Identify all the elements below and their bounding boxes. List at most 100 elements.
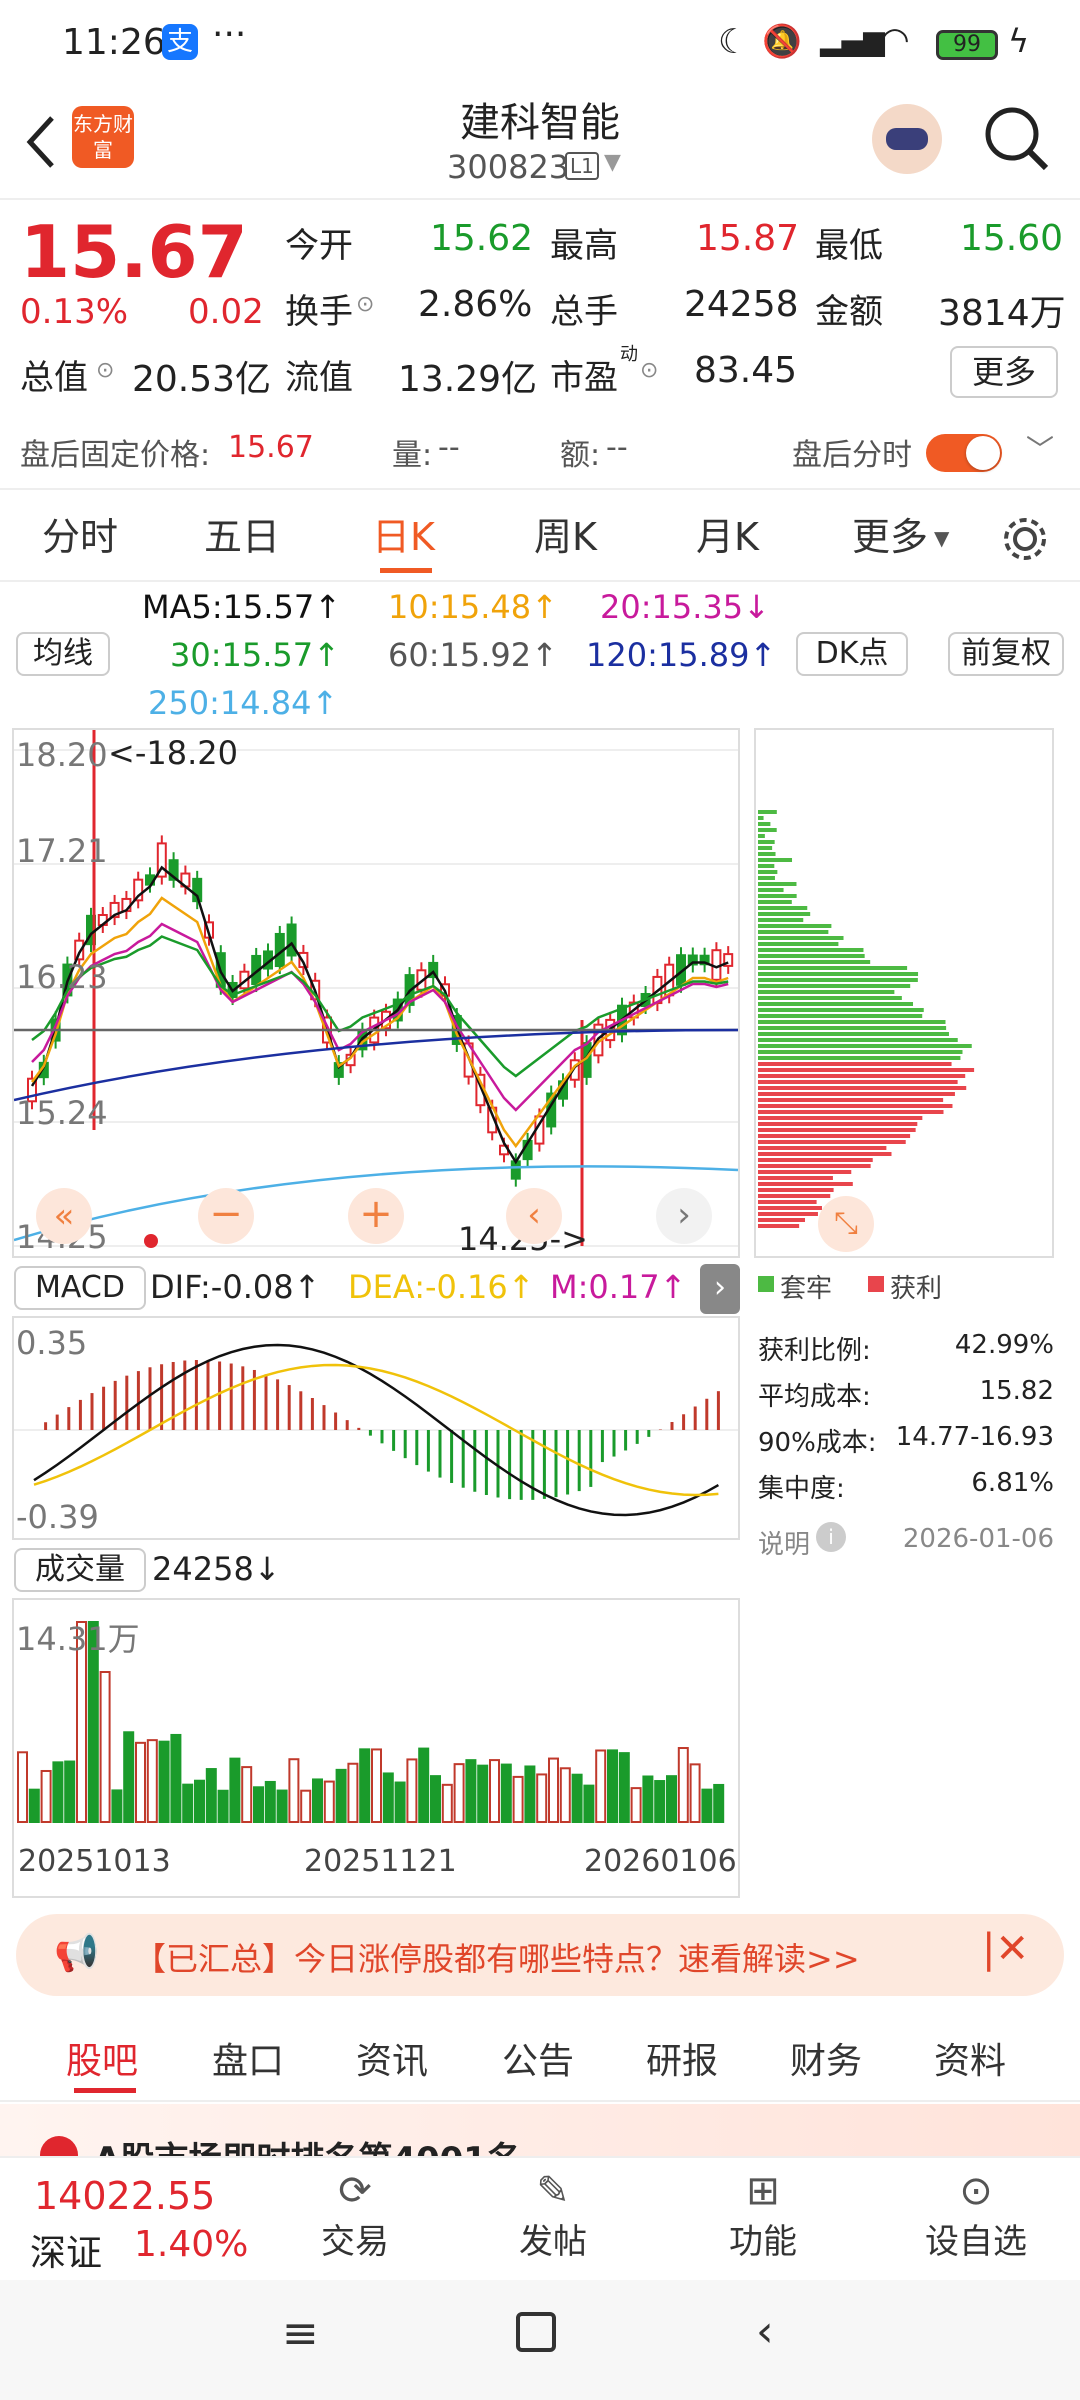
volume-bar [229, 1757, 241, 1823]
back-nav-icon[interactable]: ‹ [756, 2306, 774, 2357]
info-icon[interactable]: ⊙ [640, 358, 658, 383]
scroll-left-icon[interactable]: « [36, 1188, 92, 1244]
search-icon[interactable] [982, 104, 1052, 174]
chip-bar [758, 1218, 806, 1222]
functions-button[interactable]: ⊞ 功能 [708, 2168, 818, 2263]
subnav-yanbao[interactable]: 研报 [646, 2032, 718, 2084]
info-icon[interactable]: i [816, 1522, 846, 1552]
tab-wuri[interactable]: 五日 [204, 492, 280, 582]
subnav-gonggao[interactable]: 公告 [502, 2032, 574, 2084]
kline-chart[interactable]: 18.20 17.21 16.23 15.24 14.25 <-18.20 14… [12, 728, 740, 1258]
current-price: 15.67 [20, 210, 248, 294]
subnav-pankou[interactable]: 盘口 [212, 2032, 284, 2084]
next-icon[interactable]: › [656, 1188, 712, 1244]
macd-svg [14, 1343, 738, 1517]
trade-button[interactable]: ⟳ 交易 [300, 2168, 410, 2263]
trade-label: 交易 [321, 2222, 389, 2262]
banner-text[interactable]: 【已汇总】今日涨停股都有哪些特点？速看解读>> [134, 1934, 860, 1980]
volume-bar [64, 1760, 76, 1824]
dropdown-icon[interactable]: ▼ [604, 150, 621, 175]
ma-selector[interactable]: 均线 [16, 632, 110, 676]
volume-bar [347, 1762, 359, 1823]
macd-selector[interactable]: MACD [14, 1266, 146, 1310]
volume-bar [182, 1783, 194, 1824]
subnav-guba[interactable]: 股吧 [66, 2032, 138, 2084]
volume-bar [618, 1752, 630, 1823]
chip-row-value: 14.77-16.93 [895, 1422, 1054, 1452]
float-label: 流值 [285, 358, 353, 398]
subnav-zixun[interactable]: 资讯 [356, 2032, 428, 2084]
feed-preview[interactable]: A股市场即时排名第4001名 [0, 2104, 1080, 2160]
chip-row-value: 6.81% [971, 1468, 1054, 1498]
close-icon[interactable]: |✕ [982, 1926, 1029, 1972]
tab-zhouk[interactable]: 周K [534, 492, 597, 582]
chip-bar [758, 996, 902, 1000]
settings-gear-icon[interactable] [1002, 516, 1048, 562]
amount-value: 3814万 [938, 293, 1066, 334]
post-button[interactable]: ✎ 发帖 [498, 2168, 608, 2263]
volume-bar [524, 1765, 536, 1823]
tab-fenshi[interactable]: 分时 [42, 492, 118, 582]
bottom-bar: 14022.55 深证 1.40% ⟳ 交易 ✎ 发帖 ⊞ 功能 ⊙ 设自选 [0, 2156, 1080, 2276]
zoom-out-icon[interactable]: − [198, 1188, 254, 1244]
macd-dea: DEA:-0.16↑ [348, 1268, 535, 1306]
prev-icon[interactable]: ‹ [506, 1188, 562, 1244]
tab-more[interactable]: 更多 [852, 492, 928, 582]
adjust-selector[interactable]: 前复权 [948, 632, 1064, 676]
pe-value: 83.45 [694, 350, 798, 391]
more-button[interactable]: 更多 [950, 346, 1058, 398]
after-volume-value: -- [438, 430, 460, 465]
chip-bar [758, 1128, 916, 1132]
trap-swatch [758, 1276, 774, 1292]
max-price-marker: <-18.20 [108, 734, 238, 772]
chip-note[interactable]: 说明 [758, 1524, 810, 1561]
chip-bar [758, 942, 839, 946]
add-watchlist-button[interactable]: ⊙ 设自选 [906, 2168, 1046, 2263]
subnav-caiwu[interactable]: 财务 [790, 2032, 862, 2084]
indicator-next-icon[interactable]: › [700, 1264, 740, 1314]
subnav-underline [74, 2088, 136, 2093]
home-icon[interactable] [516, 2312, 556, 2352]
chip-bar [758, 858, 793, 862]
tab-underline [380, 568, 432, 573]
volume-chart[interactable]: 14.31万 20251013 20251121 20260106 [12, 1598, 740, 1898]
volume-selector[interactable]: 成交量 [14, 1548, 146, 1592]
chip-bar [758, 1140, 906, 1144]
macd-bottom-label: -0.39 [16, 1498, 99, 1536]
chip-bar [758, 834, 765, 838]
chip-bar [758, 1206, 822, 1210]
volume-bar [28, 1788, 40, 1824]
event-dot[interactable] [144, 1234, 158, 1248]
macd-chart[interactable]: 0.35 -0.39 [12, 1316, 740, 1540]
chip-bar [758, 1104, 953, 1108]
zoom-in-icon[interactable]: + [348, 1188, 404, 1244]
info-icon[interactable]: ⊙ [96, 358, 114, 383]
index-name: 深证 [30, 2233, 103, 2274]
chip-bar [758, 924, 832, 928]
after-hours-chart-label: 盘后分时 [792, 438, 912, 473]
dk-point-selector[interactable]: DK点 [796, 632, 908, 676]
volume-bar [677, 1747, 689, 1824]
volume-bar [194, 1779, 205, 1823]
chip-bar [758, 1116, 923, 1120]
tab-yuek[interactable]: 月K [696, 492, 759, 582]
news-banner[interactable]: 📢 【已汇总】今日涨停股都有哪些特点？速看解读>> |✕ [16, 1914, 1064, 1996]
menu-icon[interactable]: ≡ [282, 2308, 319, 2359]
subnav-ziliao[interactable]: 资料 [934, 2032, 1006, 2084]
sub-nav: 股吧 盘口 资讯 公告 研报 财务 资料 [0, 2012, 1080, 2102]
info-icon[interactable]: ⊙ [356, 292, 374, 317]
y-label-2: 17.21 [16, 832, 108, 870]
candle-body [286, 923, 297, 957]
add-watchlist-label: 设自选 [925, 2222, 1027, 2262]
chip-bar [758, 960, 871, 964]
more-dropdown-icon: ▼ [934, 526, 950, 550]
change-value: 0.02 [188, 292, 264, 332]
chip-distribution[interactable]: ⤡ [754, 728, 1054, 1258]
macd-m: M:0.17↑ [550, 1268, 687, 1306]
legend-profit: 获利 [890, 1274, 943, 1304]
expand-icon[interactable]: ⤡ [818, 1196, 874, 1252]
robot-assistant-icon[interactable] [872, 104, 942, 174]
chevron-down-icon[interactable]: ﹀ [1026, 428, 1054, 468]
index-value[interactable]: 14022.55 [34, 2174, 215, 2218]
after-hours-toggle[interactable] [926, 434, 1002, 472]
